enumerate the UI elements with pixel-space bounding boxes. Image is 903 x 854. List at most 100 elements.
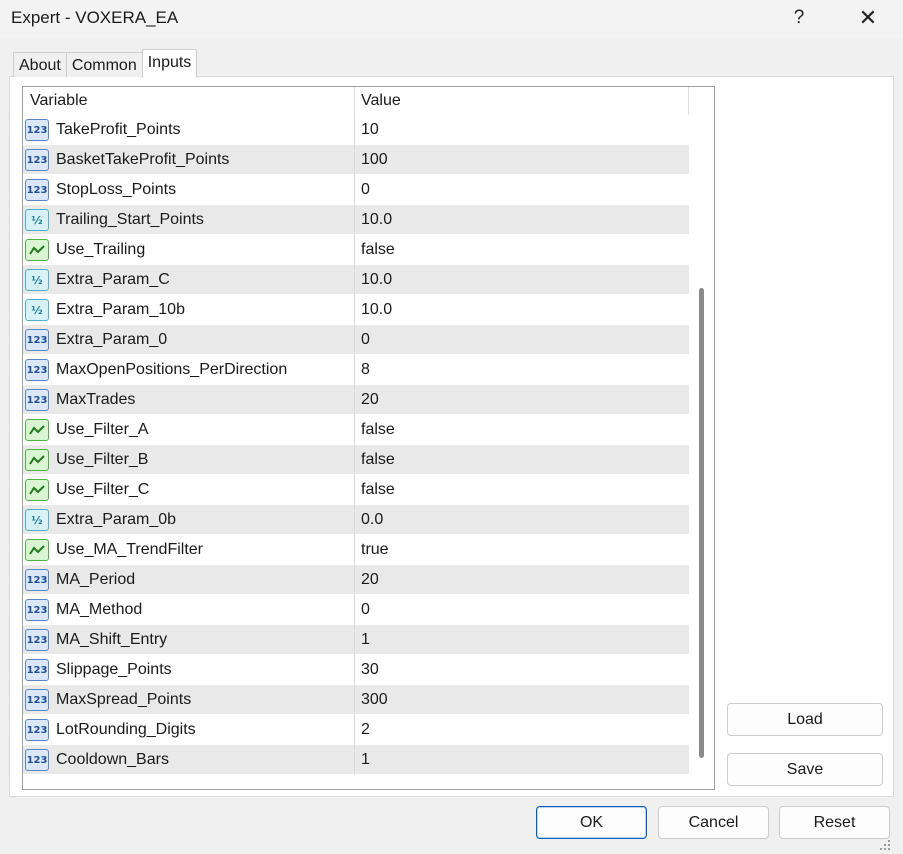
double-type-icon: ½	[25, 509, 49, 531]
value-cell[interactable]: 0	[355, 325, 689, 355]
table-row[interactable]: Use_MA_TrendFilter true	[23, 535, 689, 565]
table-row[interactable]: Use_Filter_A false	[23, 415, 689, 445]
variable-cell: Use_Filter_C	[23, 475, 355, 505]
table-row[interactable]: 123 Cooldown_Bars 1	[23, 745, 689, 775]
integer-type-icon: 123	[25, 119, 49, 141]
variable-cell: 123 MA_Shift_Entry	[23, 625, 355, 655]
column-header-value[interactable]: Value	[355, 87, 689, 115]
table-row[interactable]: Use_Filter_C false	[23, 475, 689, 505]
scrollbar-thumb[interactable]	[699, 288, 704, 758]
value-cell[interactable]: false	[355, 475, 689, 505]
table-row[interactable]: 123 MaxTrades 20	[23, 385, 689, 415]
integer-type-icon: 123	[25, 749, 49, 771]
boolean-type-icon	[25, 479, 49, 501]
double-type-icon: ½	[25, 269, 49, 291]
table-row[interactable]: ½ Extra_Param_C 10.0	[23, 265, 689, 295]
variable-name: LotRounding_Digits	[56, 721, 196, 738]
resize-grip-icon[interactable]	[876, 836, 892, 852]
table-row[interactable]: 123 StopLoss_Points 0	[23, 175, 689, 205]
table-row[interactable]: ½ Trailing_Start_Points 10.0	[23, 205, 689, 235]
value-cell[interactable]: 2	[355, 715, 689, 745]
save-button[interactable]: Save	[727, 753, 883, 786]
value-cell[interactable]: false	[355, 445, 689, 475]
boolean-type-icon	[25, 419, 49, 441]
table-row[interactable]: 123 Slippage_Points 30	[23, 655, 689, 685]
value-cell[interactable]: 8	[355, 355, 689, 385]
title-bar: Expert - VOXERA_EA ? ✕	[0, 0, 903, 38]
integer-type-icon: 123	[25, 149, 49, 171]
variable-name: Extra_Param_10b	[56, 301, 185, 318]
value-cell[interactable]: 10	[355, 115, 689, 145]
table-row[interactable]: 123 MA_Shift_Entry 1	[23, 625, 689, 655]
value-cell[interactable]: 0	[355, 175, 689, 205]
variable-cell: ½ Extra_Param_C	[23, 265, 355, 295]
double-type-icon: ½	[25, 299, 49, 321]
table-row[interactable]: 123 MA_Period 20	[23, 565, 689, 595]
table-row[interactable]: 123 MA_Method 0	[23, 595, 689, 625]
table-row[interactable]: ½ Extra_Param_10b 10.0	[23, 295, 689, 325]
load-button[interactable]: Load	[727, 703, 883, 736]
table-row[interactable]: 123 LotRounding_Digits 2	[23, 715, 689, 745]
value-cell[interactable]: 30	[355, 655, 689, 685]
table-row[interactable]: 123 Extra_Param_0 0	[23, 325, 689, 355]
value-cell[interactable]: false	[355, 235, 689, 265]
variable-cell: 123 MaxSpread_Points	[23, 685, 355, 715]
variable-name: Cooldown_Bars	[56, 751, 169, 768]
variable-name: Use_Trailing	[56, 241, 146, 258]
column-header-variable[interactable]: Variable	[23, 87, 355, 115]
boolean-type-icon	[25, 539, 49, 561]
variable-cell: 123 MA_Method	[23, 595, 355, 625]
double-type-icon: ½	[25, 209, 49, 231]
variable-name: BasketTakeProfit_Points	[56, 151, 230, 168]
table-row[interactable]: 123 BasketTakeProfit_Points 100	[23, 145, 689, 175]
cancel-button[interactable]: Cancel	[658, 806, 769, 839]
value-cell[interactable]: 300	[355, 685, 689, 715]
boolean-type-icon	[25, 239, 49, 261]
table-row[interactable]: Use_Filter_B false	[23, 445, 689, 475]
value-cell[interactable]: 10.0	[355, 295, 689, 325]
vertical-scrollbar[interactable]	[689, 87, 714, 789]
tab-common[interactable]: Common	[65, 52, 143, 77]
close-button[interactable]: ✕	[848, 2, 888, 34]
variable-cell: Use_Trailing	[23, 235, 355, 265]
integer-type-icon: 123	[25, 629, 49, 651]
table-row[interactable]: 123 MaxOpenPositions_PerDirection 8	[23, 355, 689, 385]
value-cell[interactable]: 0.0	[355, 505, 689, 535]
table-row[interactable]: 123 MaxSpread_Points 300	[23, 685, 689, 715]
variable-cell: Use_Filter_A	[23, 415, 355, 445]
help-button[interactable]: ?	[784, 2, 814, 34]
variable-name: Use_Filter_A	[56, 421, 149, 438]
variable-cell: ½ Extra_Param_10b	[23, 295, 355, 325]
value-cell[interactable]: 20	[355, 385, 689, 415]
variable-name: StopLoss_Points	[56, 181, 177, 198]
value-cell[interactable]: 20	[355, 565, 689, 595]
tab-inputs[interactable]: Inputs	[141, 49, 198, 78]
value-cell[interactable]: 0	[355, 595, 689, 625]
value-cell[interactable]: false	[355, 415, 689, 445]
window-title: Expert - VOXERA_EA	[11, 8, 179, 27]
variable-name: Slippage_Points	[56, 661, 172, 678]
table-row[interactable]: ½ Extra_Param_0b 0.0	[23, 505, 689, 535]
value-cell[interactable]: 1	[355, 745, 689, 775]
table-row[interactable]: Use_Trailing false	[23, 235, 689, 265]
ok-button[interactable]: OK	[536, 806, 647, 839]
value-cell[interactable]: 1	[355, 625, 689, 655]
variable-name: Extra_Param_0	[56, 331, 168, 348]
reset-button[interactable]: Reset	[779, 806, 890, 839]
variable-name: MaxOpenPositions_PerDirection	[56, 361, 288, 378]
variable-name: Extra_Param_C	[56, 271, 170, 288]
integer-type-icon: 123	[25, 569, 49, 591]
table-row[interactable]: 123 TakeProfit_Points 10	[23, 115, 689, 145]
tab-about[interactable]: About	[13, 52, 67, 77]
boolean-type-icon	[25, 449, 49, 471]
variable-name: Extra_Param_0b	[56, 511, 177, 528]
variable-cell: Use_MA_TrendFilter	[23, 535, 355, 565]
variable-cell: Use_Filter_B	[23, 445, 355, 475]
value-cell[interactable]: true	[355, 535, 689, 565]
integer-type-icon: 123	[25, 389, 49, 411]
variable-cell: 123 StopLoss_Points	[23, 175, 355, 205]
value-cell[interactable]: 10.0	[355, 205, 689, 235]
value-cell[interactable]: 100	[355, 145, 689, 175]
value-cell[interactable]: 10.0	[355, 265, 689, 295]
grid-rows: 123 TakeProfit_Points 10 123 BasketTakeProfi…	[23, 115, 689, 775]
